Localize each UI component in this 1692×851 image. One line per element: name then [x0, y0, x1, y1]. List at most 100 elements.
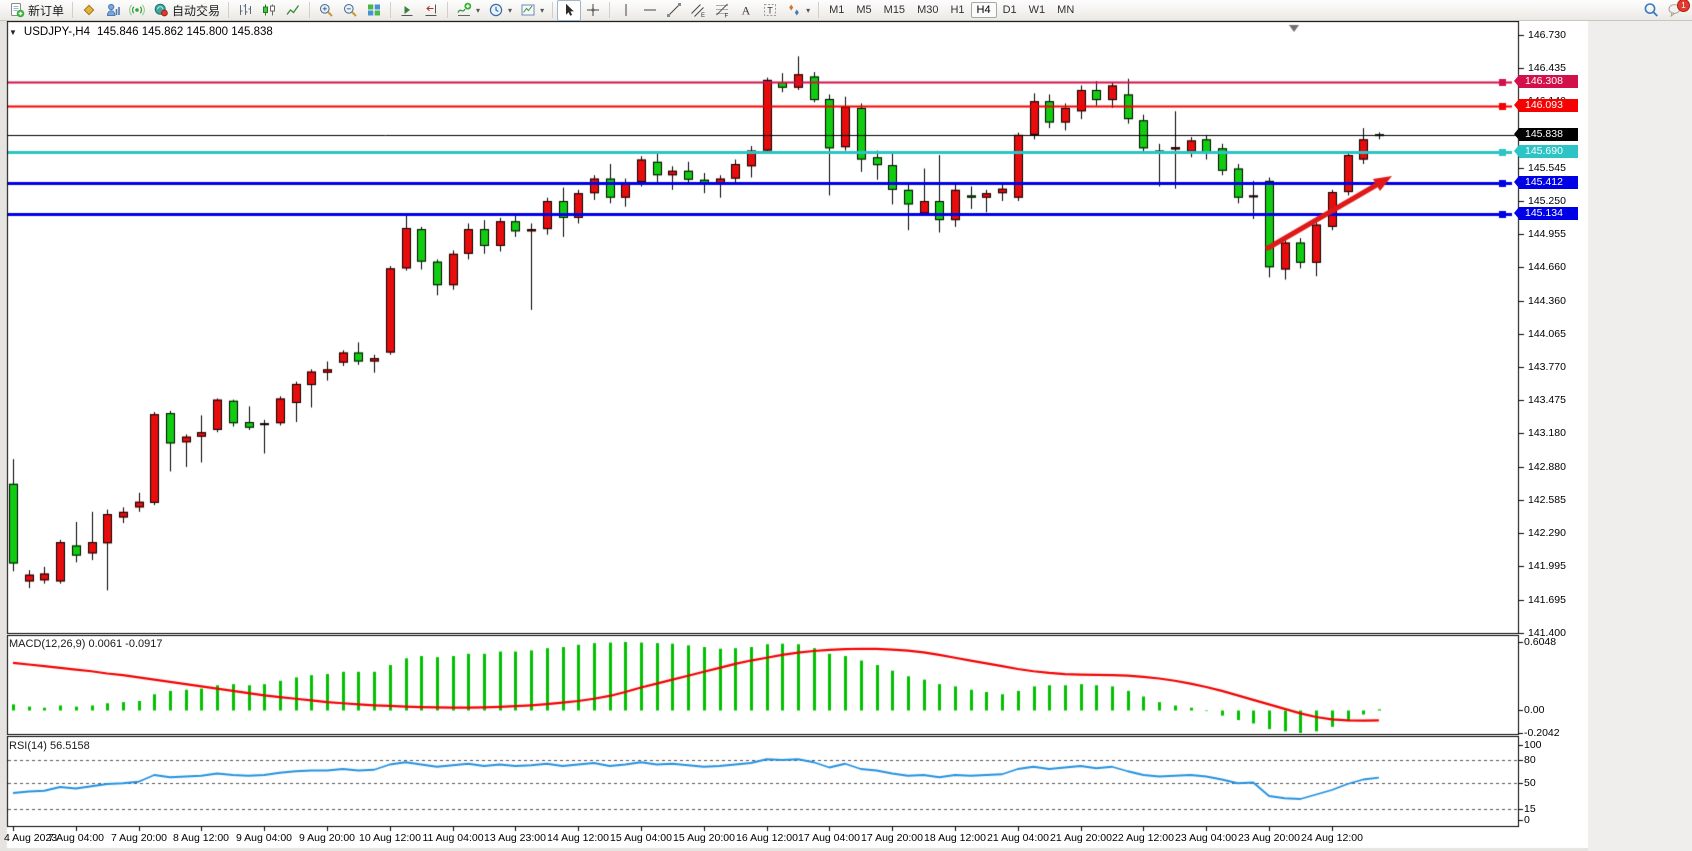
- tile-windows-button[interactable]: [362, 0, 386, 21]
- price-line-tag: 146.308: [1519, 75, 1578, 88]
- crosshair-icon: [585, 2, 601, 18]
- zoom-in-icon: [318, 2, 334, 18]
- doc-plus-icon: [9, 2, 25, 18]
- timeframe-button-m15[interactable]: M15: [878, 2, 911, 18]
- indicators-dropdown-icon[interactable]: ▾: [476, 6, 480, 15]
- price-axis-tick: 146.435: [1528, 62, 1566, 74]
- macd-axis-label: 0.6048: [1524, 636, 1556, 648]
- line-chart-button[interactable]: [281, 0, 305, 21]
- new-order-button-label: 新订单: [28, 2, 64, 19]
- toolbar-separator: [309, 2, 310, 18]
- text-a-icon: A: [738, 2, 754, 18]
- toolbar-separator: [72, 2, 73, 18]
- price-axis-tick: 143.180: [1528, 427, 1566, 439]
- equidistant-channel-button[interactable]: E: [686, 0, 710, 21]
- macd-indicator-label: MACD(12,26,9) 0.0061 -0.0917: [9, 638, 162, 650]
- auto-trading-button[interactable]: 自动交易: [149, 0, 224, 21]
- chart-shift-button[interactable]: [419, 0, 443, 21]
- price-axis-tick: 144.360: [1528, 295, 1566, 307]
- price-line-tag: 145.690: [1519, 145, 1578, 158]
- time-axis-label: 17 Aug 04:00: [798, 832, 860, 844]
- rsi-axis-label: 50: [1524, 777, 1536, 789]
- notifications-button[interactable]: 1: [1663, 0, 1687, 21]
- timeframe-button-m5[interactable]: M5: [850, 2, 877, 18]
- arrows-dropdown-icon[interactable]: ▾: [806, 6, 810, 15]
- zoom-in-button[interactable]: [314, 0, 338, 21]
- arrows-button[interactable]: ▾: [782, 0, 814, 21]
- time-axis-label: 14 Aug 12:00: [547, 832, 609, 844]
- timeframe-button-d1[interactable]: D1: [997, 2, 1023, 18]
- auto-trading-button-label: 自动交易: [172, 2, 220, 19]
- templates-button[interactable]: ▾: [516, 0, 548, 21]
- toolbar-separator: [447, 2, 448, 18]
- cursor-button[interactable]: [557, 0, 581, 21]
- hline-icon: [642, 2, 658, 18]
- horizontal-line-button[interactable]: [638, 0, 662, 21]
- toolbar-separator: [609, 2, 610, 18]
- time-axis-label: 17 Aug 20:00: [861, 832, 923, 844]
- periods-button[interactable]: ▾: [484, 0, 516, 21]
- mt4-window: 新订单 自动交易 ▾ ▾ ▾ EFAT ▾ M1M5M15M30H1H4D1W1MN 1 ▼ U…: [0, 0, 1692, 851]
- price-axis-tick: 142.290: [1528, 527, 1566, 539]
- time-axis-label: 7 Aug 20:00: [111, 832, 167, 844]
- timeframe-button-h1[interactable]: H1: [944, 2, 970, 18]
- symbol-period-label: USDJPY-,H4: [24, 26, 90, 38]
- fibonacci-button[interactable]: F: [710, 0, 734, 21]
- toolbar-separator: [818, 2, 819, 18]
- zoom-out-button[interactable]: [338, 0, 362, 21]
- periods-dropdown-icon[interactable]: ▾: [508, 6, 512, 15]
- current-price-tag: 145.838: [1519, 128, 1578, 141]
- time-axis-label: 9 Aug 04:00: [236, 832, 292, 844]
- price-axis-tick: 144.065: [1528, 328, 1566, 340]
- time-axis-label: 21 Aug 04:00: [987, 832, 1049, 844]
- fibo-icon: F: [714, 2, 730, 18]
- ohlc-readout: 145.846 145.862 145.800 145.838: [97, 26, 273, 38]
- time-axis-label: 11 Aug 04:00: [422, 832, 483, 844]
- price-axis-tick: 141.695: [1528, 594, 1566, 606]
- time-axis-label: 15 Aug 04:00: [610, 832, 672, 844]
- bar-chart-button[interactable]: [233, 0, 257, 21]
- text-button[interactable]: A: [734, 0, 758, 21]
- timeframe-button-m1[interactable]: M1: [823, 2, 850, 18]
- zoom-out-icon: [342, 2, 358, 18]
- new-chart-button[interactable]: [77, 0, 101, 21]
- toolbar-separator: [552, 2, 553, 18]
- macd-axis-label: -0.2042: [1524, 727, 1560, 739]
- rsi-axis-label: 80: [1524, 754, 1536, 766]
- trendline-button[interactable]: [662, 0, 686, 21]
- text-t-icon: T: [762, 2, 778, 18]
- timeframe-button-m30[interactable]: M30: [911, 2, 944, 18]
- candlestick-chart-button[interactable]: [257, 0, 281, 21]
- vertical-line-button[interactable]: [614, 0, 638, 21]
- toolbar: 新订单 自动交易 ▾ ▾ ▾ EFAT ▾ M1M5M15M30H1H4D1W1MN 1: [0, 0, 1692, 21]
- price-axis-tick: 142.585: [1528, 494, 1566, 506]
- chart-canvas[interactable]: [0, 21, 1692, 851]
- price-axis-tick: 145.250: [1528, 195, 1566, 207]
- rsi-indicator-label: RSI(14) 56.5158: [9, 740, 90, 752]
- timeframe-button-h4[interactable]: H4: [971, 2, 997, 18]
- price-axis-tick: 146.730: [1528, 29, 1566, 41]
- svg-text:A: A: [742, 4, 751, 18]
- time-axis-label: 7 Aug 04:00: [48, 832, 104, 844]
- label-button[interactable]: T: [758, 0, 782, 21]
- time-axis-label: 8 Aug 12:00: [173, 832, 229, 844]
- timeframe-button-w1[interactable]: W1: [1023, 2, 1052, 18]
- indicators-button[interactable]: ▾: [452, 0, 484, 21]
- time-axis-label: 16 Aug 12:00: [736, 832, 798, 844]
- time-axis-label: 24 Aug 12:00: [1301, 832, 1363, 844]
- toolbar-separator: [390, 2, 391, 18]
- rsi-axis-label: 0: [1524, 814, 1530, 826]
- linechart-icon: [285, 2, 301, 18]
- templates-dropdown-icon[interactable]: ▾: [540, 6, 544, 15]
- profiles-button[interactable]: [101, 0, 125, 21]
- symbol-dropdown-icon[interactable]: ▼: [9, 28, 17, 37]
- price-line-tag: 145.412: [1519, 176, 1578, 189]
- arrows-icon: [786, 2, 802, 18]
- search-button[interactable]: [1639, 0, 1663, 21]
- timeframe-button-mn[interactable]: MN: [1051, 2, 1080, 18]
- alerts-button[interactable]: [125, 0, 149, 21]
- new-order-button[interactable]: 新订单: [5, 0, 68, 21]
- auto-scroll-button[interactable]: [395, 0, 419, 21]
- crosshair-button[interactable]: [581, 0, 605, 21]
- price-axis-tick: 143.475: [1528, 394, 1566, 406]
